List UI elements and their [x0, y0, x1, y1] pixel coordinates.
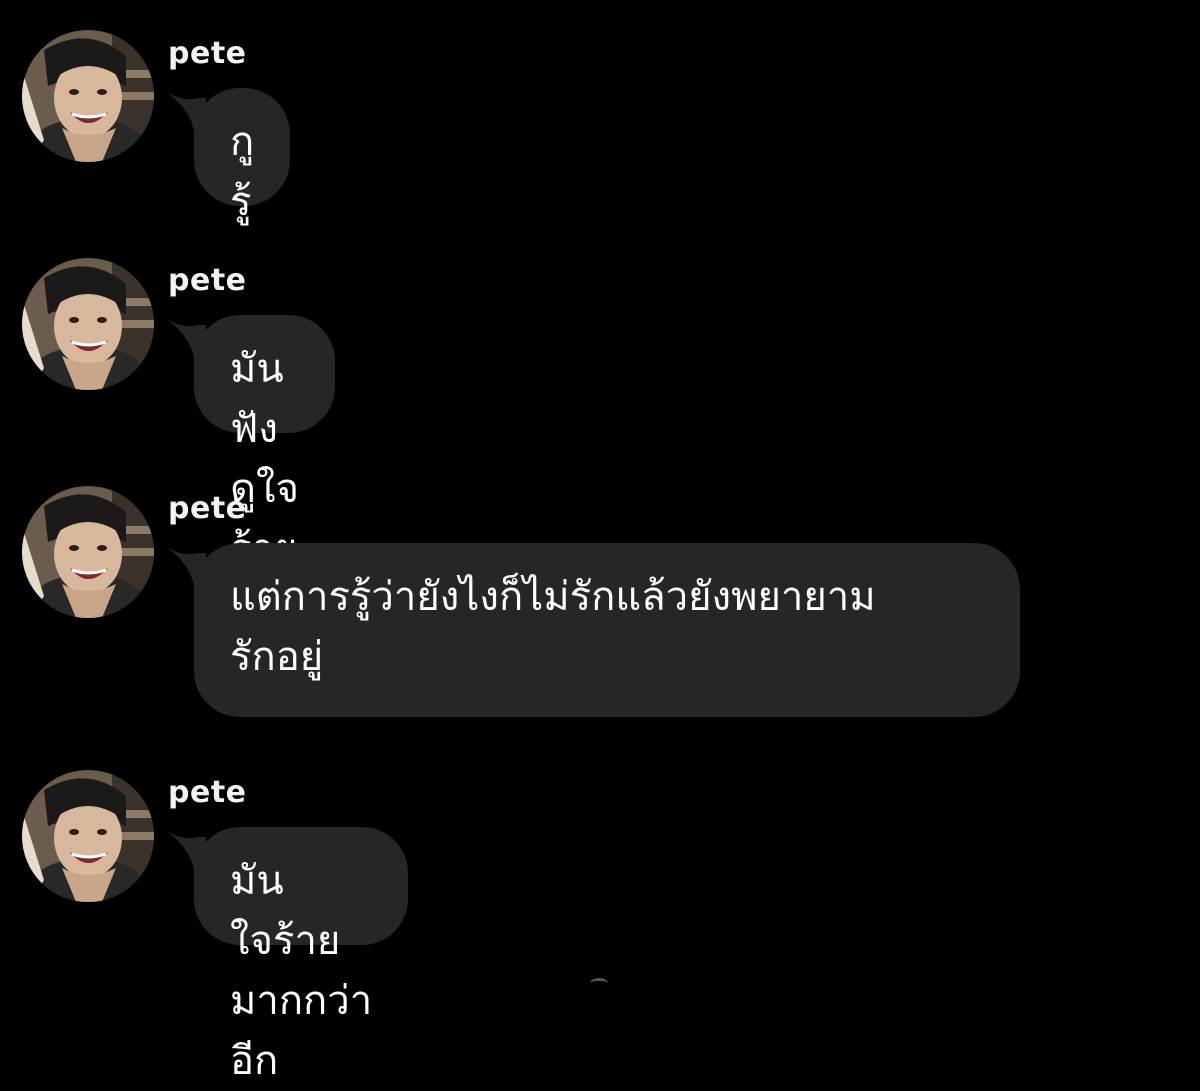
profile-photo-icon [22, 30, 154, 162]
message-bubble[interactable]: กูรู้ [194, 88, 291, 225]
sender-avatar[interactable] [22, 258, 154, 390]
sender-avatar[interactable] [22, 486, 154, 618]
sender-name: pete [168, 263, 247, 298]
profile-photo-icon [22, 770, 154, 902]
sender-avatar[interactable] [22, 770, 154, 902]
sender-avatar[interactable] [22, 30, 154, 162]
scroll-indicator-icon [590, 978, 608, 988]
profile-photo-icon [22, 258, 154, 390]
sender-name: pete [168, 491, 247, 526]
message-bubble[interactable]: แต่การรู้ว่ายังไงก็ไม่รักแล้วยังพยายาม ร… [194, 543, 1020, 717]
profile-photo-icon [22, 486, 154, 618]
sender-name: pete [168, 36, 247, 71]
chat-thread: pete กูรู้ pete มันฟังดูใจ pete แต่การรู… [0, 0, 1200, 1084]
message-bubble[interactable]: มันใจร้ายมากกว่าอีก [194, 827, 409, 1084]
sender-name: pete [168, 775, 247, 810]
message-bubble[interactable]: มันฟังดูใจร้าย [194, 315, 335, 572]
